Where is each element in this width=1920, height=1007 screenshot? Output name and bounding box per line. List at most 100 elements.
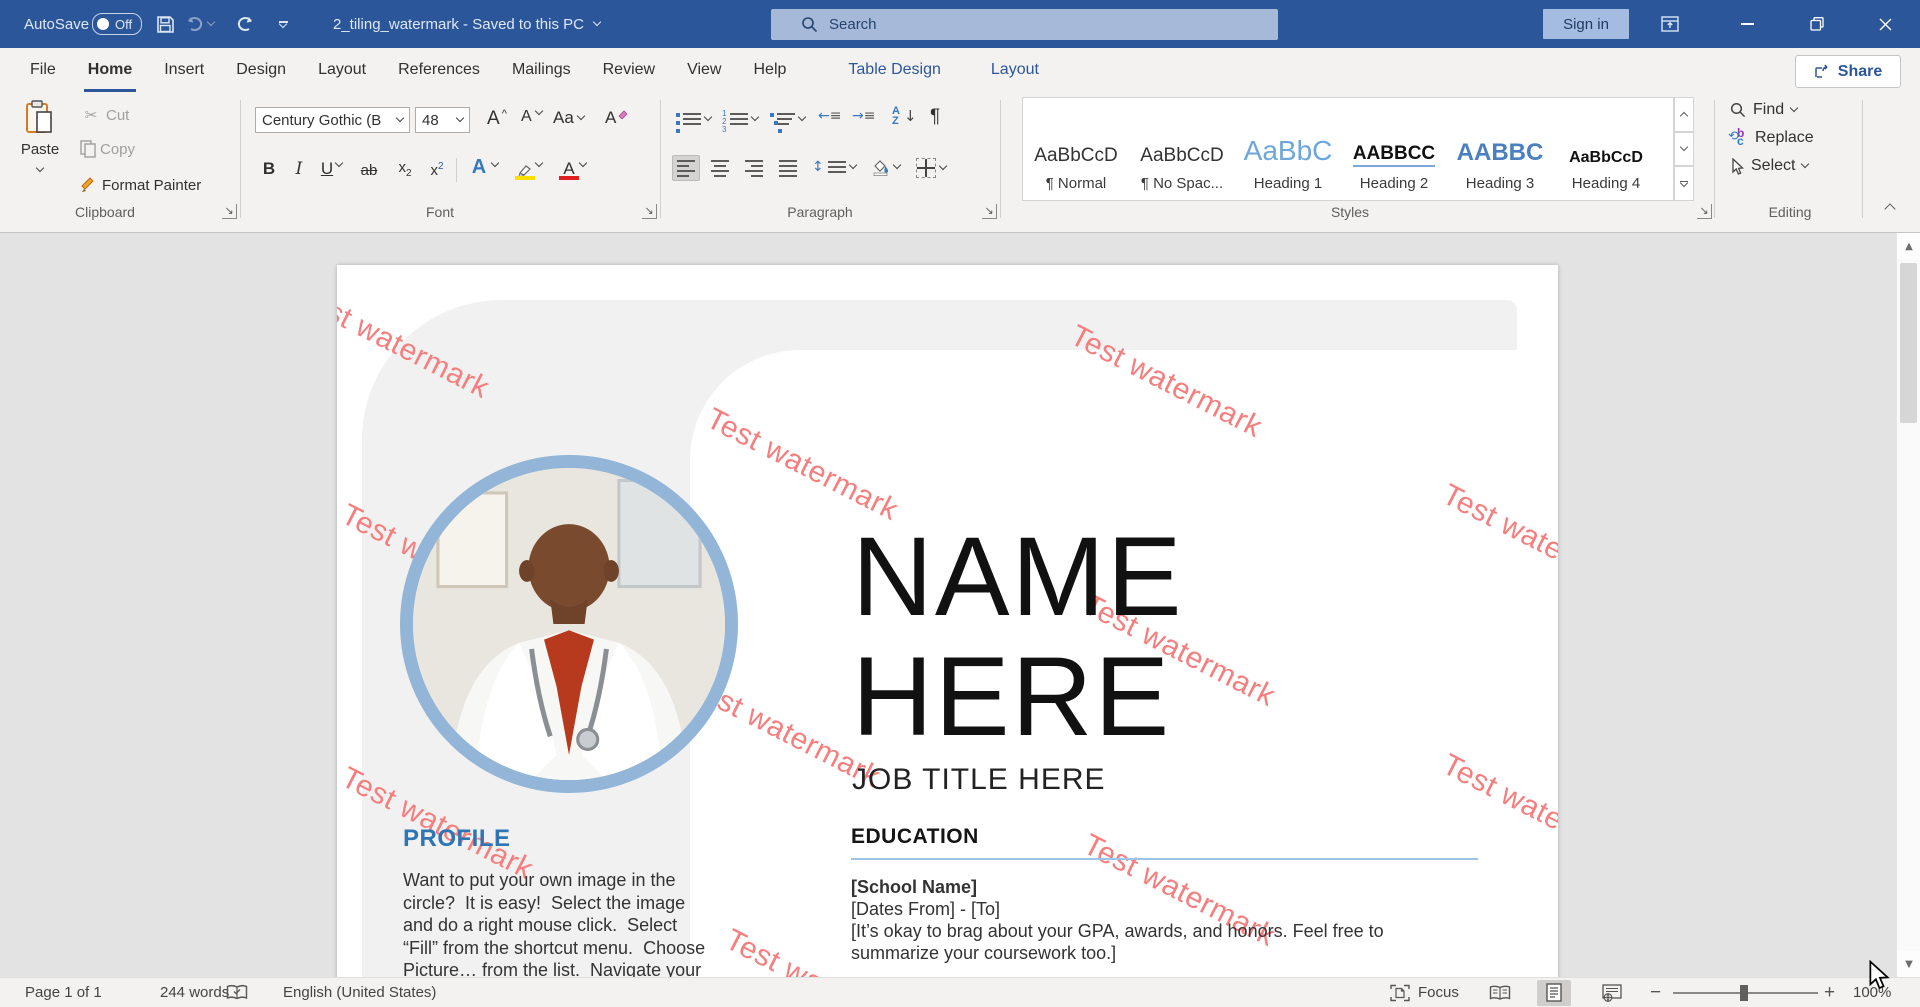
multilevel-list-button[interactable] <box>770 110 805 128</box>
line-spacing-button[interactable]: ↕ <box>812 158 856 176</box>
education-section[interactable]: EDUCATION [School Name] [Dates From] - [… <box>851 825 1478 964</box>
select-button[interactable]: Select <box>1730 157 1808 175</box>
tab-view[interactable]: View <box>671 48 737 92</box>
tab-insert[interactable]: Insert <box>148 48 220 92</box>
font-name-combo[interactable]: Century Gothic (B <box>255 107 410 133</box>
borders-button[interactable] <box>916 158 946 178</box>
subscript-button[interactable]: x2 <box>392 155 418 181</box>
paragraph-dialog-launcher[interactable]: ↘ <box>982 204 997 219</box>
cut-button[interactable]: ✂ Cut <box>80 104 129 126</box>
undo-button[interactable] <box>184 0 214 48</box>
style-heading-3[interactable]: AABBC Heading 3 <box>1447 98 1553 200</box>
paste-button[interactable]: Paste <box>14 100 66 176</box>
autosave-toggle[interactable]: Off <box>92 0 142 48</box>
tab-help[interactable]: Help <box>737 48 802 92</box>
italic-button[interactable]: I <box>286 155 312 181</box>
numbering-button[interactable]: 1 2 3 <box>722 110 758 128</box>
collapse-ribbon-button[interactable] <box>1886 200 1894 218</box>
shrink-font-button[interactable]: A <box>521 108 542 126</box>
profile-photo[interactable] <box>400 455 738 793</box>
align-left-button[interactable] <box>672 155 700 181</box>
tab-references[interactable]: References <box>382 48 496 92</box>
show-formatting-button[interactable]: ¶ <box>930 106 940 128</box>
minimize-button[interactable] <box>1718 0 1776 48</box>
read-mode-button[interactable] <box>1483 978 1517 1007</box>
grow-font-button[interactable]: A^ <box>487 108 507 130</box>
proofing-status-button[interactable] <box>226 978 248 1007</box>
font-dialog-launcher[interactable]: ↘ <box>642 204 657 219</box>
ribbon-display-options-button[interactable] <box>1641 0 1699 48</box>
styles-scroll-down-button[interactable] <box>1674 132 1694 167</box>
resume-name[interactable]: NAME HERE <box>852 517 1184 757</box>
focus-mode-button[interactable]: Focus <box>1390 978 1459 1007</box>
highlight-dropdown[interactable] <box>536 164 542 166</box>
save-button[interactable] <box>150 0 180 48</box>
search-input[interactable] <box>827 15 1151 34</box>
tab-home[interactable]: Home <box>72 48 148 92</box>
underline-button[interactable]: U <box>314 155 340 181</box>
resume-job-title[interactable]: JOB TITLE HERE <box>852 763 1106 797</box>
language-indicator[interactable]: English (United States) <box>283 978 436 1007</box>
style-no-spacing[interactable]: AaBbCcD ¶ No Spac... <box>1129 98 1235 200</box>
change-case-button[interactable]: Aa <box>553 108 584 128</box>
web-layout-button[interactable] <box>1595 978 1629 1007</box>
close-button[interactable] <box>1856 0 1914 48</box>
word-count[interactable]: 244 words <box>160 978 229 1007</box>
document-area[interactable]: Test watermark Test watermark Test water… <box>0 233 1920 977</box>
shading-button[interactable] <box>872 158 900 176</box>
align-center-button[interactable] <box>706 155 734 181</box>
document-title[interactable]: 2_tiling_watermark - Saved to this PC <box>333 0 600 48</box>
font-size-combo[interactable]: 48 <box>415 107 470 133</box>
vertical-scrollbar[interactable]: ▲ ▼ <box>1896 233 1920 977</box>
print-layout-button[interactable] <box>1537 978 1571 1007</box>
redo-button[interactable] <box>230 0 260 48</box>
bold-button[interactable]: B <box>256 155 282 181</box>
search-bar[interactable] <box>771 9 1278 40</box>
styles-dialog-launcher[interactable]: ↘ <box>1697 204 1712 219</box>
align-right-button[interactable] <box>740 155 768 181</box>
scrollbar-thumb[interactable] <box>1900 263 1917 423</box>
text-effects-button[interactable]: A <box>466 155 492 181</box>
zoom-out-button[interactable]: − <box>1650 978 1661 1007</box>
zoom-in-button[interactable]: + <box>1824 978 1835 1007</box>
replace-button[interactable]: b c ⟲ Replace <box>1730 129 1814 147</box>
scroll-up-button[interactable]: ▲ <box>1897 233 1920 259</box>
bullets-button[interactable] <box>676 110 711 128</box>
sign-in-button[interactable]: Sign in <box>1543 9 1629 39</box>
clear-formatting-button[interactable]: A <box>605 108 628 128</box>
decrease-indent-button[interactable]: ←≡ <box>818 108 841 124</box>
share-button[interactable]: Share <box>1795 55 1901 88</box>
sort-button[interactable]: AZ ↓ <box>892 106 917 126</box>
tab-layout[interactable]: Layout <box>302 48 382 92</box>
copy-button[interactable]: Copy <box>80 140 135 158</box>
zoom-slider-thumb[interactable] <box>1740 985 1748 1001</box>
justify-button[interactable] <box>774 155 802 181</box>
customize-quick-access-toolbar-button[interactable] <box>268 0 298 48</box>
clipboard-dialog-launcher[interactable]: ↘ <box>222 204 237 219</box>
style-heading-1[interactable]: AaBbC Heading 1 <box>1235 98 1341 200</box>
font-color-button[interactable]: A <box>556 155 582 181</box>
style-normal[interactable]: AaBbCcD ¶ Normal <box>1023 98 1129 200</box>
scroll-down-button[interactable]: ▼ <box>1897 951 1920 977</box>
tab-review[interactable]: Review <box>587 48 671 92</box>
format-painter-button[interactable]: Format Painter <box>80 176 201 194</box>
tab-file[interactable]: File <box>14 48 72 92</box>
text-effects-dropdown[interactable] <box>492 164 498 166</box>
strikethrough-button[interactable]: ab <box>356 155 382 181</box>
superscript-button[interactable]: x2 <box>424 155 450 181</box>
profile-section[interactable]: PROFILE Want to put your own image in th… <box>403 825 705 977</box>
increase-indent-button[interactable]: →≡ <box>852 108 875 124</box>
page-indicator[interactable]: Page 1 of 1 <box>25 978 102 1007</box>
tab-table-design[interactable]: Table Design <box>832 48 957 92</box>
restore-button[interactable] <box>1788 0 1846 48</box>
styles-more-button[interactable] <box>1674 166 1694 201</box>
tab-mailings[interactable]: Mailings <box>496 48 587 92</box>
underline-dropdown[interactable] <box>336 164 342 166</box>
find-button[interactable]: Find <box>1730 101 1797 119</box>
tab-design[interactable]: Design <box>220 48 302 92</box>
style-heading-4[interactable]: AaBbCcD Heading 4 <box>1553 98 1659 200</box>
tab-layout-contextual[interactable]: Layout <box>975 48 1055 92</box>
style-heading-2[interactable]: AABBCC Heading 2 <box>1341 98 1447 200</box>
document-page[interactable]: Test watermark Test watermark Test water… <box>337 265 1558 977</box>
text-highlight-button[interactable] <box>512 155 538 181</box>
